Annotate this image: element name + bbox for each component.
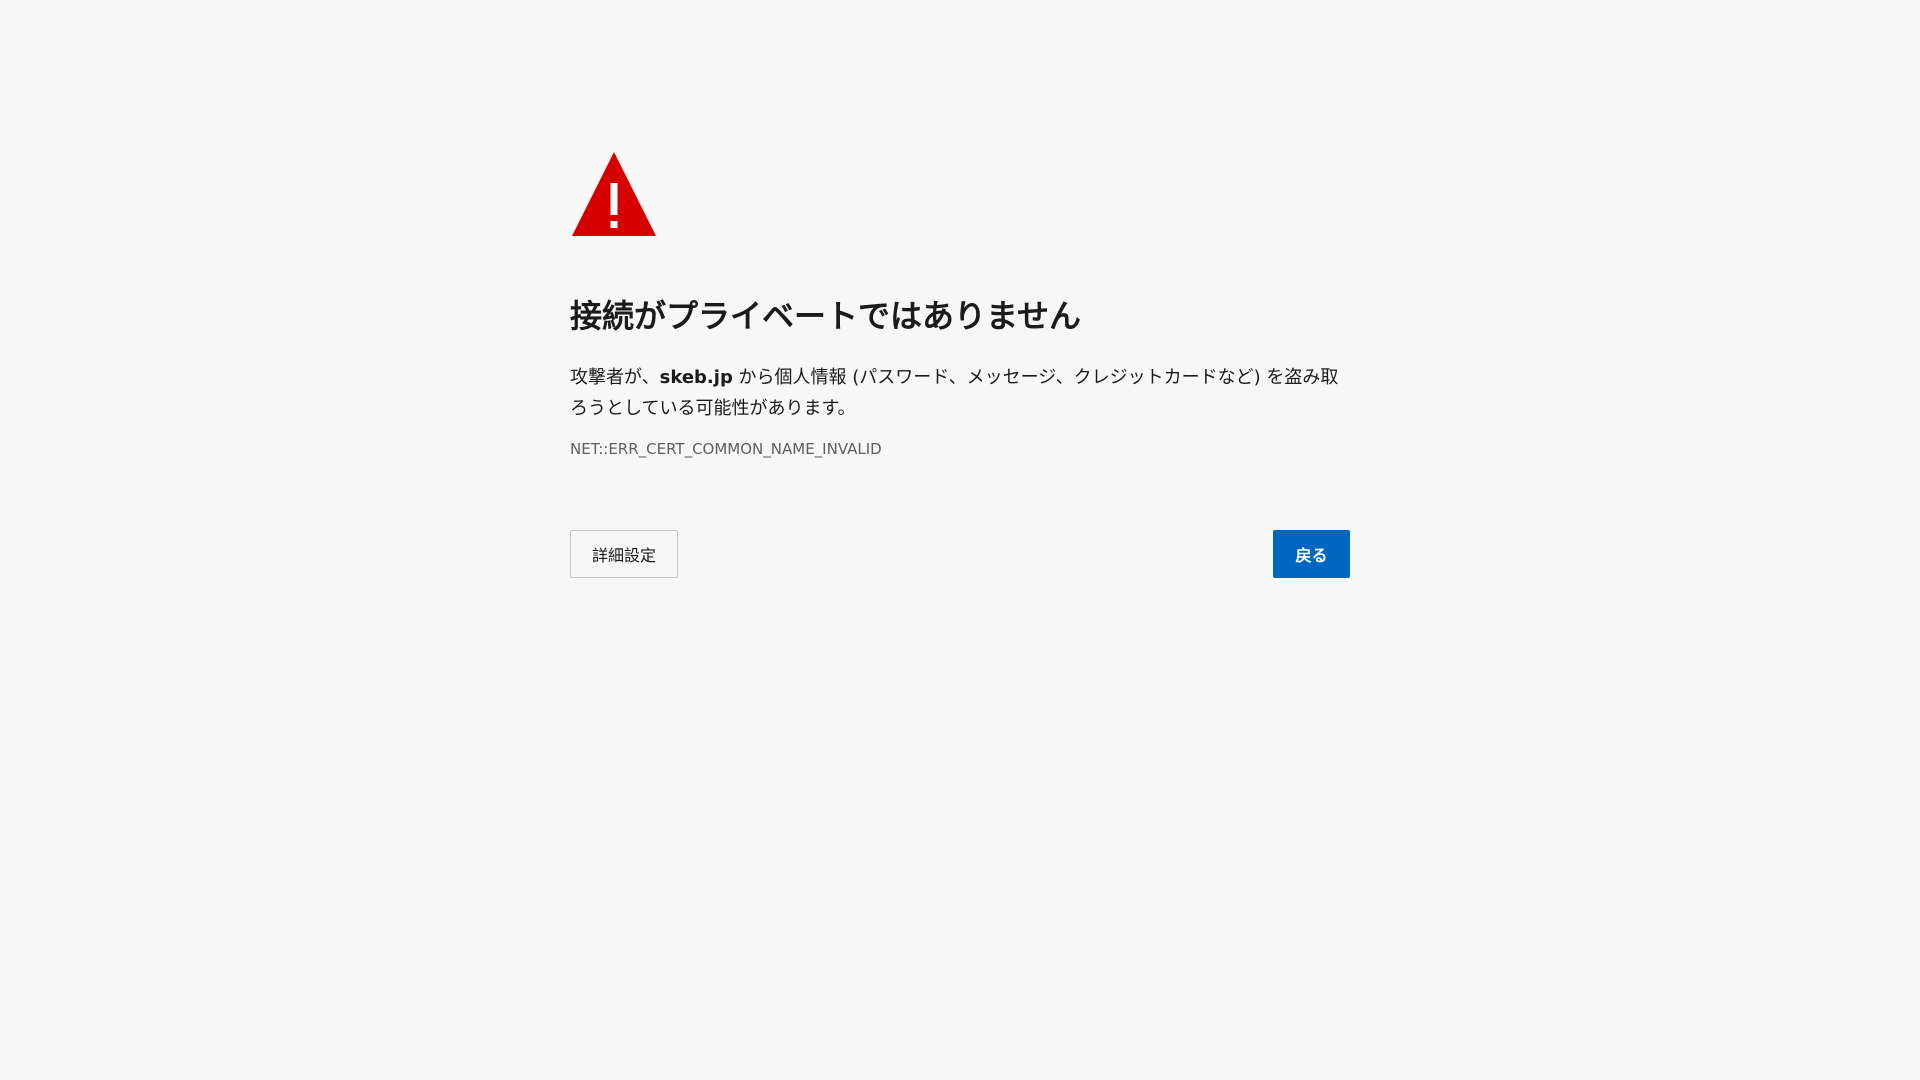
back-button[interactable]: 戻る bbox=[1273, 529, 1350, 578]
page-title: 接続がプライベートではありません bbox=[570, 297, 1082, 335]
error-code: NET::ERR_CERT_COMMON_NAME_INVALID bbox=[570, 439, 882, 458]
button-row: 詳細設定 戻る bbox=[570, 529, 1350, 578]
warning-triangle-icon bbox=[572, 152, 656, 236]
message-prefix: 攻撃者が、 bbox=[570, 366, 660, 388]
site-domain: skeb.jp bbox=[659, 366, 733, 388]
advanced-button[interactable]: 詳細設定 bbox=[570, 529, 679, 578]
interstitial-container: 接続がプライベートではありません 攻撃者が、skeb.jp から個人情報 (パス… bbox=[570, 150, 1350, 578]
warning-message: 攻撃者が、skeb.jp から個人情報 (パスワード、メッセージ、クレジットカー… bbox=[570, 362, 1350, 424]
